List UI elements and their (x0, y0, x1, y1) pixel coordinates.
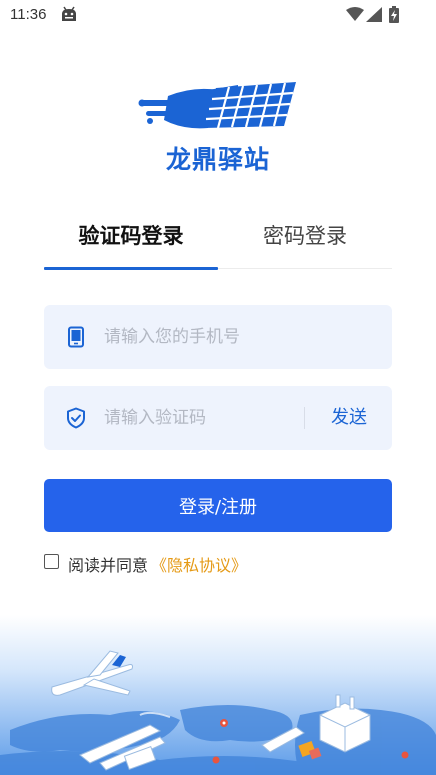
status-icons (316, 6, 406, 24)
cell-signal-icon (366, 7, 382, 22)
login-tabs: 验证码登录 密码登录 (44, 215, 392, 270)
brand-name: 龙鼎驿站 (165, 145, 270, 174)
verification-code-input[interactable] (104, 386, 294, 450)
field-separator (304, 407, 305, 429)
phone-field[interactable] (44, 305, 392, 369)
agreement-text: 阅读并同意 (68, 556, 149, 575)
logistics-illustration (0, 615, 436, 775)
battery-charging-icon (389, 6, 399, 23)
status-time: 11:36 (10, 6, 47, 23)
status-bar: 11:36 (0, 0, 436, 30)
android-debug-icon (62, 6, 76, 21)
verification-code-field[interactable]: 发送 (44, 386, 392, 450)
wifi-icon (346, 7, 364, 21)
privacy-agreement: 阅读并同意 《隐私协议》 (44, 551, 392, 576)
privacy-policy-link[interactable]: 《隐私协议》 (151, 552, 247, 576)
agreement-checkbox[interactable] (44, 554, 59, 569)
longding-logo-icon (138, 82, 296, 129)
send-code-button[interactable]: 发送 (314, 386, 384, 450)
tab-sms-login[interactable]: 验证码登录 (44, 215, 218, 267)
shield-check-icon (67, 407, 85, 429)
login-register-button[interactable]: 登录/注册 (44, 479, 392, 532)
tab-password-login[interactable]: 密码登录 (218, 215, 392, 267)
phone-icon (68, 326, 84, 348)
phone-input[interactable] (104, 305, 374, 369)
tab-active-indicator (44, 267, 218, 270)
